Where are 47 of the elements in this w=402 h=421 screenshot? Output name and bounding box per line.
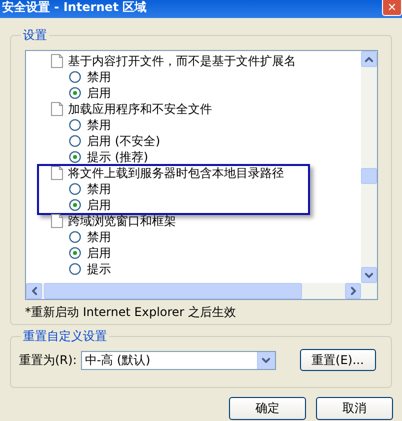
option-label: 禁用 (87, 228, 111, 246)
option-label: 禁用 (87, 116, 111, 134)
scrollbar-thumb[interactable] (44, 283, 302, 299)
radio-button[interactable] (69, 199, 81, 211)
scroll-right-icon[interactable] (345, 283, 361, 299)
radio-button[interactable] (69, 263, 81, 275)
scroll-left-icon[interactable] (26, 283, 42, 299)
setting-label: 跨域浏览窗口和框架 (68, 212, 176, 230)
group-title: 重置自定义设置 (22, 328, 108, 345)
note-text: *重新启动 Internet Explorer 之后生效 (25, 304, 238, 321)
option-label: 启用 (87, 84, 111, 102)
scrollbar-thumb[interactable] (361, 168, 377, 184)
reset-button[interactable]: 重置(E)... (300, 349, 376, 371)
document-icon (51, 166, 63, 180)
setting-label: 加载应用程序和不安全文件 (68, 100, 212, 118)
option-label: 提示 (87, 260, 111, 278)
radio-button[interactable] (69, 87, 81, 99)
setting-label: 基于内容打开文件，而不是基于文件扩展名 (68, 52, 296, 70)
scrollbar-corner (361, 283, 377, 299)
radio-button[interactable] (69, 151, 81, 163)
reset-label: 重置为(R): (19, 352, 77, 368)
option-label: 禁用 (87, 180, 111, 198)
option-label: 禁用 (87, 68, 111, 86)
settings-list[interactable]: 基于内容打开文件，而不是基于文件扩展名 禁用 启用 加载应用程序和不安全文件 禁用 启用 (不安全) 提示 (推荐) 将文件上载到服务器时包含本地目录路径 禁用 启用 跨域浏览窗口和框架 禁用 启用 提示 (25, 50, 378, 300)
document-icon (51, 54, 63, 68)
document-icon (51, 102, 63, 116)
window-title: 安全设置 - Internet 区域 (2, 0, 147, 14)
radio-button[interactable] (69, 231, 81, 243)
caret-icon (256, 352, 275, 368)
setting-label: 将文件上载到服务器时包含本地目录路径 (68, 164, 284, 182)
scroll-up-icon[interactable] (361, 51, 377, 67)
scroll-down-icon[interactable] (361, 267, 377, 283)
cancel-button[interactable]: 取消 (316, 397, 393, 420)
document-icon (51, 214, 63, 228)
radio-button[interactable] (69, 135, 81, 147)
radio-button[interactable] (69, 183, 81, 195)
ok-button[interactable]: 确定 (229, 397, 306, 420)
radio-button[interactable] (69, 71, 81, 83)
option-label: 启用 (87, 196, 111, 214)
option-label: 启用 (不安全) (87, 132, 160, 150)
group-title: 设置 (22, 27, 48, 44)
option-label: 启用 (87, 244, 111, 262)
radio-button[interactable] (69, 247, 81, 259)
radio-button[interactable] (69, 119, 81, 131)
close-button[interactable]: ✕ (382, 0, 402, 16)
option-label: 提示 (推荐) (87, 148, 148, 166)
level-dropdown[interactable]: 中-高 (默认) (80, 350, 276, 370)
